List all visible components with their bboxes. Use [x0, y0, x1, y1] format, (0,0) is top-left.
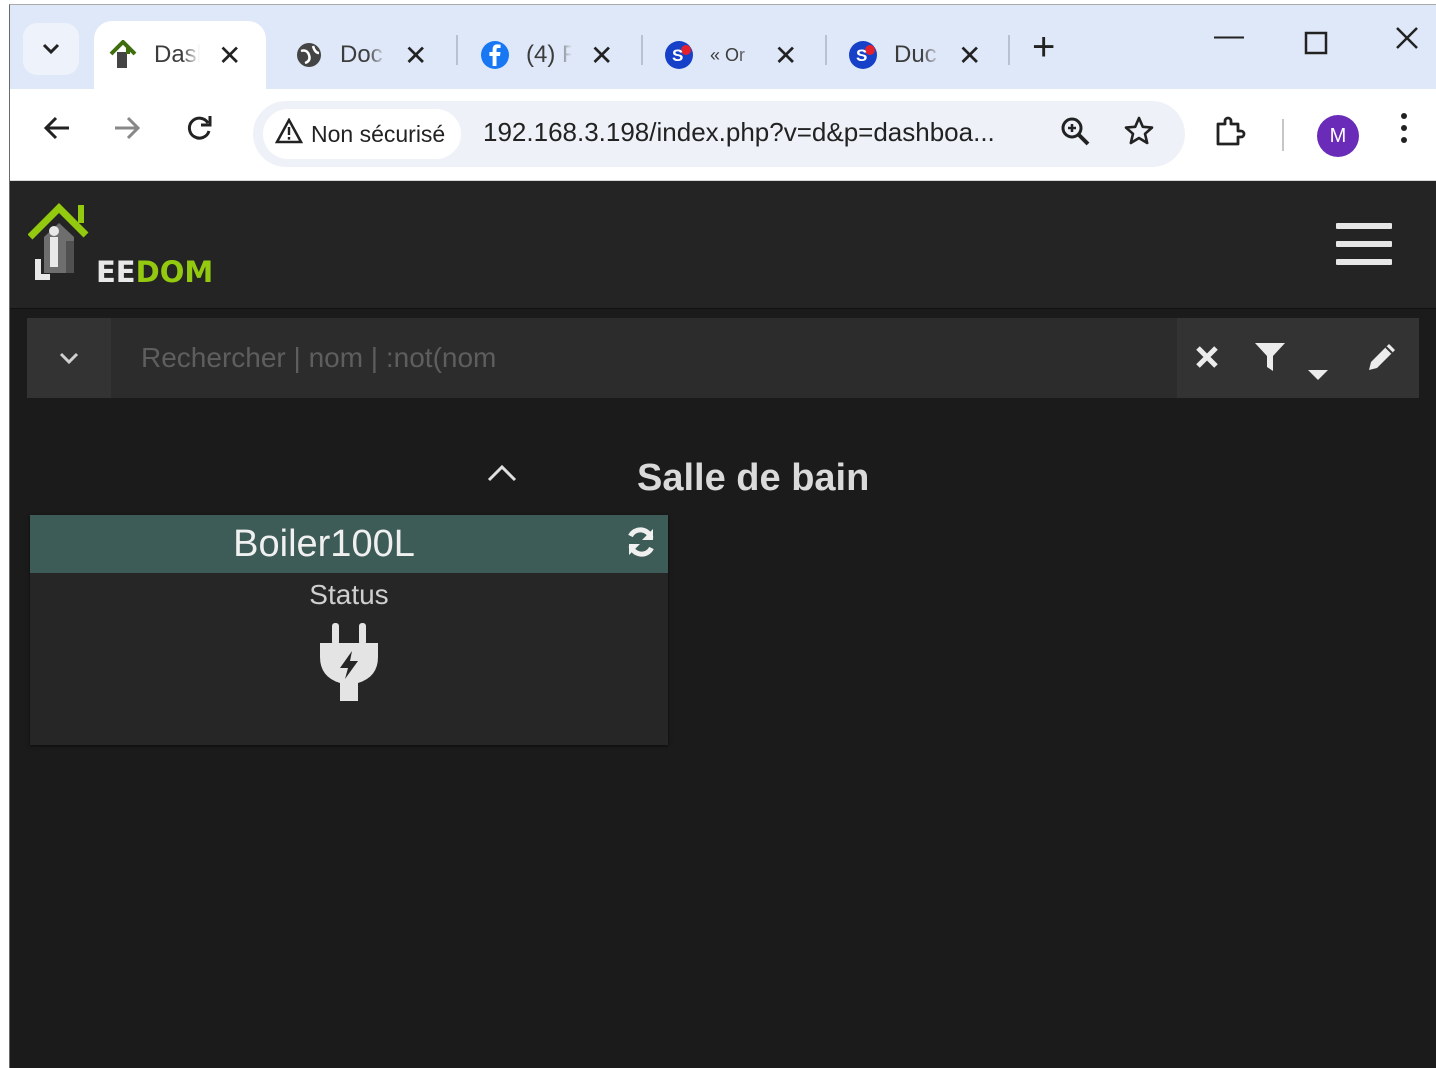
refresh-icon[interactable] — [624, 525, 658, 559]
tab-title: Doc — [340, 41, 383, 68]
widget-header: Boiler100L — [30, 515, 668, 573]
profile-avatar[interactable]: M — [1317, 115, 1359, 157]
logo-text: EEDOM — [96, 255, 214, 289]
tab-separator — [456, 35, 458, 65]
browser-window: Dasl ✕ Doc ✕ (4) F ✕ S « Or ✕ S Duc ✕ + … — [9, 4, 1436, 1068]
jeedom-logo[interactable]: EEDOM — [27, 193, 213, 289]
browser-toolbar: Non sécurisé 192.168.3.198/index.php?v=d… — [10, 89, 1436, 181]
equipment-widget: Boiler100L Status — [30, 515, 668, 745]
tab-s2[interactable]: S Duc ✕ — [848, 21, 1008, 89]
tab-strip: Dasl ✕ Doc ✕ (4) F ✕ S « Or ✕ S Duc ✕ + … — [10, 5, 1436, 89]
widget-name[interactable]: Boiler100L — [30, 523, 618, 566]
close-tab-icon[interactable]: ✕ — [958, 39, 981, 72]
close-tab-icon[interactable]: ✕ — [590, 39, 613, 72]
svg-text:S: S — [856, 46, 867, 65]
globe-icon — [294, 40, 324, 70]
s-logo-icon: S — [848, 40, 878, 70]
new-tab-icon[interactable]: + — [1032, 25, 1055, 70]
collapse-object-icon[interactable] — [486, 457, 518, 491]
forward-icon[interactable] — [112, 113, 142, 152]
extensions-icon[interactable] — [1213, 115, 1247, 157]
facebook-icon — [480, 40, 510, 70]
tab-search-button[interactable] — [23, 23, 79, 75]
hamburger-menu-icon[interactable] — [1336, 223, 1392, 277]
app-header: EEDOM — [10, 181, 1436, 309]
browser-menu-icon[interactable] — [1400, 111, 1408, 151]
command-label: Status — [309, 579, 389, 610]
search-input[interactable]: Rechercher | nom | :not(nom — [141, 342, 496, 374]
search-actions — [1177, 318, 1419, 398]
filter-icon[interactable] — [1253, 340, 1287, 382]
zoom-icon[interactable] — [1059, 115, 1091, 155]
tab-separator — [825, 35, 827, 65]
tab-s1[interactable]: S « Or ✕ — [664, 21, 814, 89]
security-chip[interactable]: Non sécurisé — [263, 109, 462, 159]
back-icon[interactable] — [42, 113, 72, 152]
toolbar-separator — [1282, 119, 1284, 151]
tab-facebook[interactable]: (4) F ✕ — [480, 21, 630, 89]
tab-separator — [641, 35, 643, 65]
chevron-down-icon — [59, 352, 79, 365]
bookmark-star-icon[interactable] — [1123, 115, 1155, 155]
tab-title: « Or — [710, 44, 746, 65]
close-tab-icon[interactable]: ✕ — [218, 39, 241, 72]
maximize-icon[interactable] — [1304, 29, 1328, 63]
jeedom-favicon — [108, 40, 138, 70]
caret-down-icon[interactable] — [1307, 352, 1329, 389]
tab-dashboard[interactable]: Dasl ✕ — [94, 21, 266, 89]
chevron-down-icon — [42, 43, 60, 55]
tab-title: Dasl — [154, 41, 200, 68]
object-dropdown-button[interactable] — [27, 318, 111, 398]
tab-title: (4) F — [526, 41, 572, 68]
url-text[interactable]: 192.168.3.198/index.php?v=d&p=dashboa... — [483, 117, 995, 148]
clear-search-icon[interactable] — [1193, 342, 1221, 379]
close-tab-icon[interactable]: ✕ — [404, 39, 427, 72]
svg-text:S: S — [672, 46, 683, 65]
minimize-icon[interactable]: — — [1214, 19, 1244, 53]
close-tab-icon[interactable]: ✕ — [774, 39, 797, 72]
security-label: Non sécurisé — [311, 120, 446, 147]
address-bar[interactable]: Non sécurisé 192.168.3.198/index.php?v=d… — [253, 101, 1185, 167]
tab-title: Duc — [894, 41, 937, 68]
s-logo-icon: S — [664, 40, 694, 70]
close-window-icon[interactable] — [1394, 25, 1420, 59]
reload-icon[interactable] — [184, 113, 214, 152]
warning-icon — [274, 116, 304, 151]
tab-separator — [1008, 35, 1010, 65]
tab-doc[interactable]: Doc ✕ — [294, 21, 444, 89]
dashboard-search-bar: Rechercher | nom | :not(nom — [27, 318, 1419, 398]
plug-icon[interactable] — [318, 623, 380, 703]
object-title[interactable]: Salle de bain — [637, 457, 869, 500]
edit-pencil-icon[interactable] — [1365, 340, 1399, 382]
